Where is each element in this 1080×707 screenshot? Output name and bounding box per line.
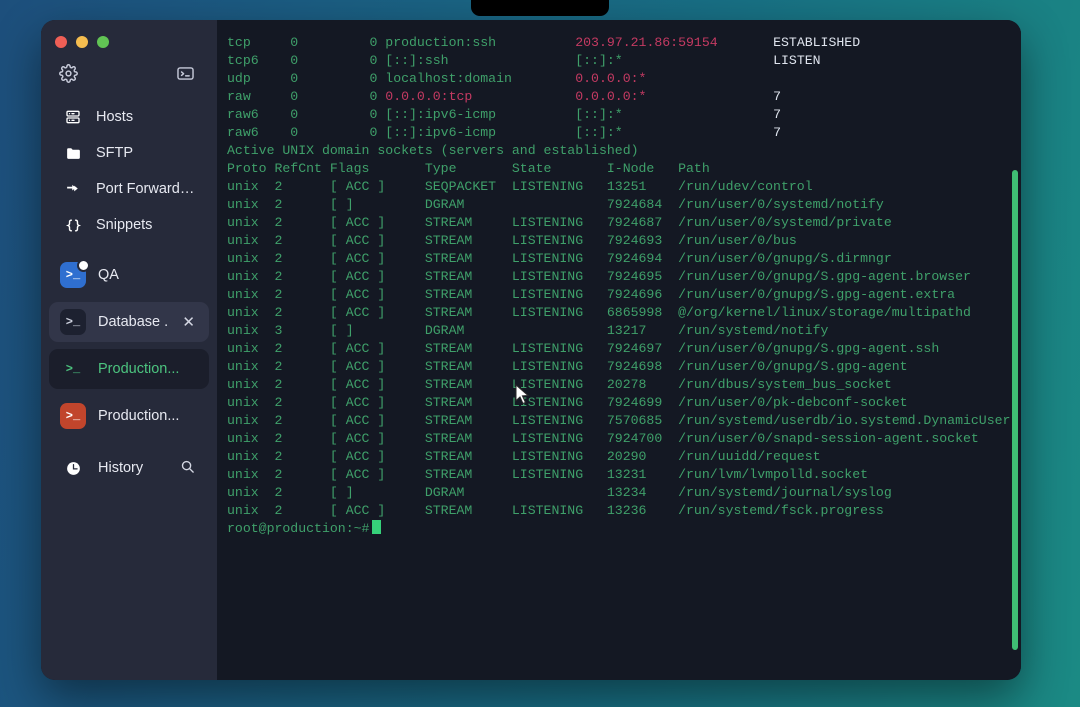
terminal-square-icon: >_ — [60, 309, 86, 335]
clock-icon — [60, 455, 86, 481]
terminal-square-icon: >_ — [65, 362, 81, 376]
session-label: Production... — [98, 361, 180, 377]
sidebar-item-label: Port Forwarding — [96, 181, 195, 197]
session-list: >_ QA >_ Database ... ✕ >_ Production... — [41, 255, 217, 488]
sidebar-item-label: Snippets — [96, 217, 153, 233]
history-item[interactable]: History — [49, 448, 209, 488]
session-label: Database ... — [98, 314, 167, 330]
maximize-window-button[interactable] — [97, 36, 109, 48]
unread-badge — [77, 259, 90, 272]
terminal-output: tcp 0 0 production:ssh 203.97.21.86:5915… — [227, 35, 1011, 536]
close-session-icon[interactable]: ✕ — [179, 312, 198, 333]
sidebar-item-snippets[interactable]: Snippets — [49, 207, 209, 243]
search-icon[interactable] — [177, 456, 198, 480]
sidebar: Hosts SFTP Port Forwarding Snippets >_ Q… — [41, 20, 217, 680]
terminal-pane[interactable]: tcp 0 0 production:ssh 203.97.21.86:5915… — [217, 20, 1021, 680]
folder-icon — [63, 145, 83, 162]
sidebar-item-sftp[interactable]: SFTP — [49, 135, 209, 171]
minimize-window-button[interactable] — [76, 36, 88, 48]
gear-icon[interactable] — [59, 64, 78, 83]
sidebar-top-icons — [41, 48, 217, 83]
history-label: History — [98, 460, 144, 476]
braces-icon — [63, 217, 83, 234]
window-controls — [41, 20, 217, 48]
session-label: Production... — [98, 408, 180, 424]
session-item-database[interactable]: >_ Database ... ✕ — [49, 302, 209, 342]
sidebar-item-label: SFTP — [96, 145, 134, 161]
sidebar-nav: Hosts SFTP Port Forwarding Snippets — [41, 99, 217, 243]
terminal-square-icon: >_ — [60, 259, 90, 288]
close-window-button[interactable] — [55, 36, 67, 48]
sidebar-item-port-forwarding[interactable]: Port Forwarding — [49, 171, 209, 207]
sidebar-item-label: Hosts — [96, 109, 134, 125]
laptop-notch — [471, 0, 609, 16]
session-label: QA — [98, 267, 119, 283]
sidebar-item-hosts[interactable]: Hosts — [49, 99, 209, 135]
server-icon — [63, 109, 83, 125]
session-item-production[interactable]: >_ Production... — [49, 396, 209, 436]
session-item-production-active[interactable]: >_ Production... — [49, 349, 209, 389]
terminal-square-icon: >_ — [60, 403, 86, 429]
terminal-scrollbar[interactable] — [1012, 170, 1018, 650]
app-window: Hosts SFTP Port Forwarding Snippets >_ Q… — [41, 20, 1021, 680]
session-item-qa[interactable]: >_ QA — [49, 255, 209, 295]
terminal-icon[interactable] — [176, 64, 195, 83]
mouse-cursor — [515, 384, 530, 405]
arrows-icon — [63, 181, 83, 198]
